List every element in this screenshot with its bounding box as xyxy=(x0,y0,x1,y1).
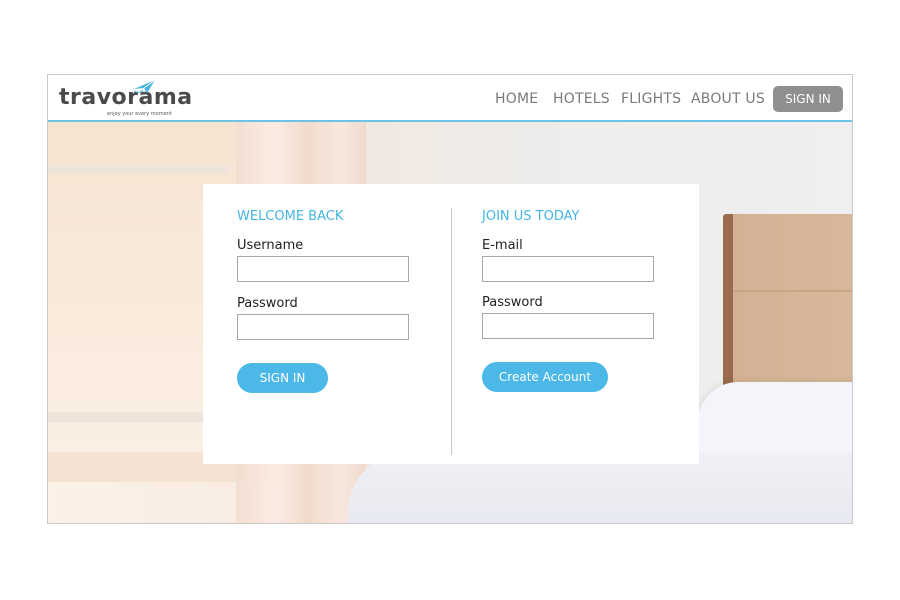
panel-divider xyxy=(451,208,452,455)
join-password-label: Password xyxy=(482,295,543,310)
username-input[interactable] xyxy=(237,256,409,282)
nav-link-flights[interactable]: FLIGHTS xyxy=(621,91,681,107)
sign-in-password-input[interactable] xyxy=(237,314,409,340)
username-label: Username xyxy=(237,238,304,253)
auth-card: WELCOME BACK Username Password SIGN IN J… xyxy=(203,184,699,464)
background-window-frame xyxy=(48,166,230,174)
nav-sign-in-button[interactable]: SIGN IN xyxy=(773,86,843,112)
browser-viewport: travorama enjoy your every moment HOME H… xyxy=(47,74,853,524)
create-account-button[interactable]: Create Account xyxy=(482,362,608,392)
brand-logo[interactable]: travorama enjoy your every moment xyxy=(59,79,192,119)
sign-in-title: WELCOME BACK xyxy=(237,209,344,224)
paper-plane-icon xyxy=(133,79,156,93)
join-password-input[interactable] xyxy=(482,313,654,339)
background-headboard xyxy=(723,214,852,404)
nav-link-hotels[interactable]: HOTELS xyxy=(553,91,610,107)
nav-link-home[interactable]: HOME xyxy=(495,91,538,107)
sign-in-button[interactable]: SIGN IN xyxy=(237,363,328,393)
top-navbar: travorama enjoy your every moment HOME H… xyxy=(48,75,852,122)
background-headboard-seam xyxy=(733,290,852,292)
brand-tagline: enjoy your every moment xyxy=(107,111,172,117)
email-input[interactable] xyxy=(482,256,654,282)
sign-in-password-label: Password xyxy=(237,296,298,311)
email-label: E-mail xyxy=(482,238,523,253)
join-title: JOIN US TODAY xyxy=(482,209,580,224)
brand-logo-wordmark: travorama xyxy=(59,85,193,110)
nav-link-about-us[interactable]: ABOUT US xyxy=(691,91,765,107)
